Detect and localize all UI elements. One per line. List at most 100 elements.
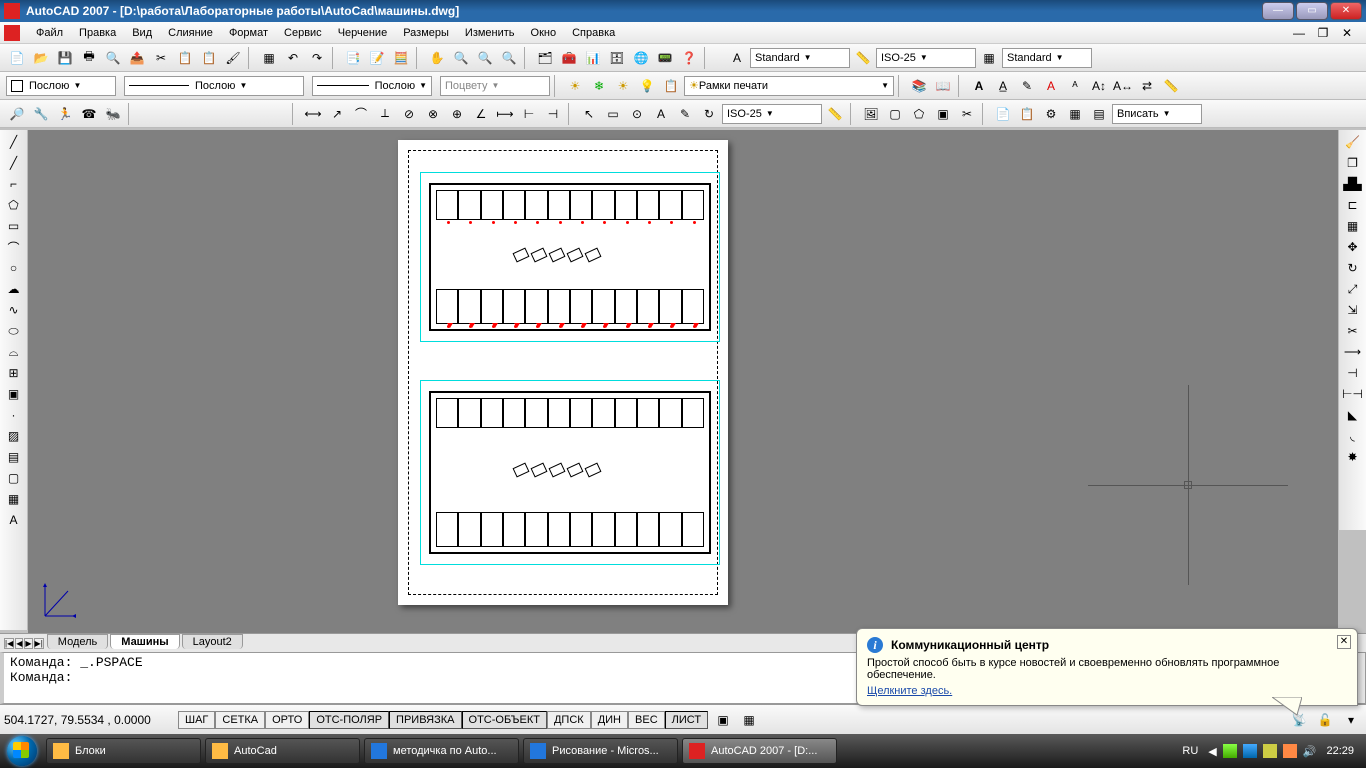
pan-icon[interactable]: ✋ — [426, 47, 448, 69]
tray-shield-icon[interactable] — [1263, 744, 1277, 758]
dim-linear-icon[interactable]: ⟷ — [302, 103, 324, 125]
menu-Справка[interactable]: Справка — [564, 25, 623, 41]
layer-combo[interactable]: ☀ Рамки печати▼ — [684, 76, 894, 96]
menu-Черчение[interactable]: Черчение — [330, 25, 396, 41]
dim-baseline-icon[interactable]: ⊢ — [518, 103, 540, 125]
viewport-1[interactable] — [420, 172, 720, 342]
zoom-prev-icon[interactable]: 🔍 — [498, 47, 520, 69]
open-icon[interactable]: 📂 — [30, 47, 52, 69]
rotate-icon[interactable]: ↻ — [1342, 258, 1364, 278]
tray-network-icon[interactable] — [1223, 744, 1237, 758]
view-obj-icon[interactable]: ▣ — [932, 103, 954, 125]
spline-icon[interactable]: ∿ — [3, 300, 25, 320]
dim-diameter-icon[interactable]: ⊕ — [446, 103, 468, 125]
view-single-icon[interactable]: ▢ — [884, 103, 906, 125]
calc-icon[interactable]: 📟 — [654, 47, 676, 69]
table-icon[interactable]: ▦ — [3, 489, 25, 509]
status-toggle-ДПСК[interactable]: ДПСК — [547, 711, 591, 729]
move-icon[interactable]: ✥ — [1342, 237, 1364, 257]
tolerance-icon[interactable]: ▭ — [602, 103, 624, 125]
status-toggle-ОРТО[interactable]: ОРТО — [265, 711, 309, 729]
start-button[interactable] — [0, 734, 44, 768]
new-icon[interactable]: 📄 — [6, 47, 28, 69]
balloon-close-button[interactable]: ✕ — [1337, 635, 1351, 649]
block-icon[interactable]: ▦ — [258, 47, 280, 69]
status-toggle-ЛИСТ[interactable]: ЛИСТ — [665, 711, 708, 729]
text-a-icon[interactable]: A — [968, 75, 990, 97]
chamfer-icon[interactable]: ◣ — [1342, 405, 1364, 425]
plot-icon[interactable]: 🖶 — [78, 47, 100, 69]
menu-Окно[interactable]: Окно — [523, 25, 565, 41]
hatch-icon[interactable]: ▨ — [3, 426, 25, 446]
mdi-close-button[interactable]: ✕ — [1336, 22, 1358, 44]
tab-nav-button[interactable]: ◀ — [15, 638, 23, 649]
drawing-area[interactable] — [28, 130, 1338, 633]
preview-icon[interactable]: 🔍 — [102, 47, 124, 69]
layout-temp-icon[interactable]: 📋 — [1016, 103, 1038, 125]
taskbar-item[interactable]: AutoCAD 2007 - [D:... — [682, 738, 837, 764]
viewport-icon[interactable]: ▦ — [1064, 103, 1086, 125]
status-toggle-СЕТКА[interactable]: СЕТКА — [215, 711, 265, 729]
coordinates-display[interactable]: 504.1727, 79.5534 , 0.0000 — [4, 713, 174, 727]
text-spell-icon[interactable]: ᴬ — [1064, 75, 1086, 97]
render-icon[interactable]: 🌐 — [630, 47, 652, 69]
redo-icon[interactable]: ↷ — [306, 47, 328, 69]
clock[interactable]: 22:29 — [1322, 743, 1358, 759]
tab-nav-button[interactable]: ▶| — [34, 638, 44, 649]
region-icon[interactable]: ▢ — [3, 468, 25, 488]
ruler-icon[interactable]: 📏 — [1160, 75, 1182, 97]
layer-mgr-icon[interactable]: ☀ — [564, 75, 586, 97]
copy-icon[interactable]: 📋 — [174, 47, 196, 69]
layer-off-icon[interactable]: 💡 — [636, 75, 658, 97]
circle-icon[interactable]: ○ — [3, 258, 25, 278]
undo-icon[interactable]: ↶ — [282, 47, 304, 69]
tray-volume-icon[interactable]: 🔊 — [1303, 745, 1317, 758]
dim-angular-icon[interactable]: ∠ — [470, 103, 492, 125]
dim-aligned-icon[interactable]: ↗ — [326, 103, 348, 125]
color-combo[interactable]: Послою▼ — [6, 76, 116, 96]
lock-icon[interactable]: 🔓 — [1314, 709, 1336, 731]
dimstyle-icon[interactable]: 📏 — [852, 47, 874, 69]
view-named-icon[interactable]: 🖼 — [860, 103, 882, 125]
tray-icon[interactable]: ▾ — [1340, 709, 1362, 731]
leader-icon[interactable]: ↖ — [578, 103, 600, 125]
zoom-win-icon[interactable]: 🔍 — [474, 47, 496, 69]
tab-nav-button[interactable]: |◀ — [4, 638, 14, 649]
menu-Файл[interactable]: Файл — [28, 25, 71, 41]
maximize-button[interactable]: ▭ — [1296, 2, 1328, 20]
menu-Формат[interactable]: Формат — [221, 25, 276, 41]
gradient-icon[interactable]: ▤ — [3, 447, 25, 467]
revcloud-icon[interactable]: ☁ — [3, 279, 25, 299]
paste-icon[interactable]: 📋 — [198, 47, 220, 69]
language-indicator[interactable]: RU — [1178, 743, 1202, 759]
dim-ord-icon[interactable]: ⟂ — [374, 103, 396, 125]
tablestyle-icon[interactable]: ▦ — [978, 47, 1000, 69]
block-make-icon[interactable]: ▣ — [3, 384, 25, 404]
xline-icon[interactable]: ╱ — [3, 153, 25, 173]
ellipsearc-icon[interactable]: ⌓ — [3, 342, 25, 362]
mdi-restore-button[interactable]: ❐ — [1312, 22, 1334, 44]
taskbar-item[interactable]: Рисование - Micros... — [523, 738, 678, 764]
tp-icon[interactable]: 🧰 — [558, 47, 580, 69]
menu-Правка[interactable]: Правка — [71, 25, 124, 41]
extend-icon[interactable]: ⟶ — [1342, 342, 1364, 362]
layout-new-icon[interactable]: 📄 — [992, 103, 1014, 125]
text-just-icon[interactable]: A↔ — [1112, 75, 1134, 97]
status-toggle-ОТС-ОБЪЕКТ[interactable]: ОТС-ОБЪЕКТ — [462, 711, 547, 729]
layerprev-icon[interactable]: 📖 — [932, 75, 954, 97]
qselect-icon[interactable]: 🔎 — [6, 103, 28, 125]
status-toggle-ПРИВЯЗКА[interactable]: ПРИВЯЗКА — [389, 711, 461, 729]
lineweight-combo[interactable]: Послою▼ — [312, 76, 432, 96]
break-icon[interactable]: ⊣ — [1342, 363, 1364, 383]
status-toggle-ШАГ[interactable]: ШАГ — [178, 711, 215, 729]
zoom-rt-icon[interactable]: 🔍 — [450, 47, 472, 69]
textstyle-combo[interactable]: Standard▼ — [750, 48, 850, 68]
status-toggle-ОТС-ПОЛЯР[interactable]: ОТС-ПОЛЯР — [309, 711, 389, 729]
centermark-icon[interactable]: ⊙ — [626, 103, 648, 125]
sheet-icon[interactable]: 📑 — [342, 47, 364, 69]
pline-icon[interactable]: ⌐ — [3, 174, 25, 194]
menu-Изменить[interactable]: Изменить — [457, 25, 523, 41]
offset-icon[interactable]: ⊏ — [1342, 195, 1364, 215]
tab-nav-button[interactable]: ▶ — [24, 638, 32, 649]
vpscale-combo[interactable]: Вписать▼ — [1112, 104, 1202, 124]
